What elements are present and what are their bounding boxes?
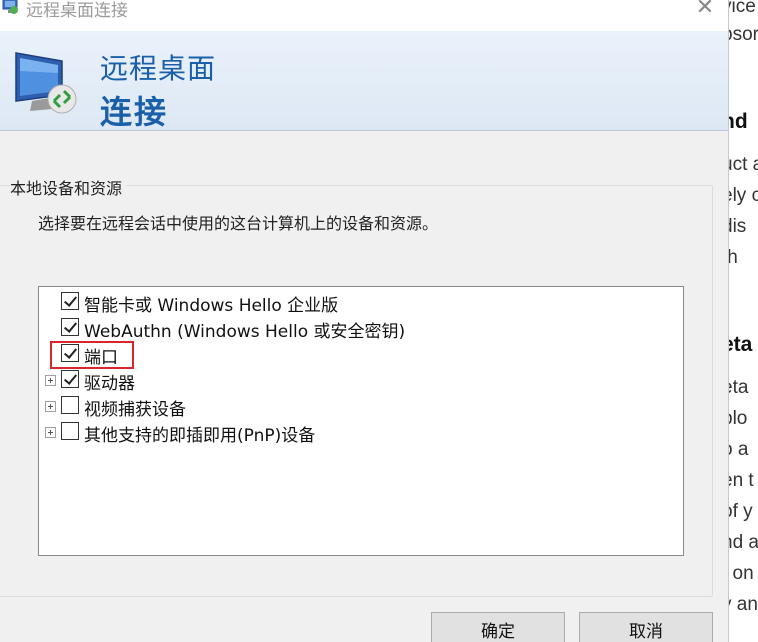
expand-plus-icon[interactable] — [45, 375, 56, 386]
window-title: 远程桌面连接 — [26, 1, 128, 21]
banner-title-line2: 连接 — [100, 93, 169, 131]
close-button[interactable]: ✕ — [690, 0, 720, 22]
bg-text-line: t on — [728, 563, 754, 584]
bg-text-line: en t — [728, 470, 754, 491]
expand-plus-icon[interactable] — [45, 401, 56, 412]
bg-text-line: dis — [728, 216, 747, 237]
tree-item-webauthn[interactable]: WebAuthn (Windows Hello 或安全密钥) — [39, 315, 659, 342]
checkbox[interactable] — [61, 370, 79, 388]
bg-text-line: y an — [728, 594, 758, 615]
bg-text-line: bsor — [728, 24, 758, 45]
tree-item-pnp-devices[interactable]: 其他支持的即插即用(PnP)设备 — [39, 419, 659, 446]
bg-text-line: ely c — [728, 185, 758, 206]
tree-item-label: WebAuthn (Windows Hello 或安全密钥) — [84, 322, 406, 342]
tree-item-label: 驱动器 — [84, 374, 135, 394]
tree-item-drives[interactable]: 驱动器 — [39, 367, 659, 394]
bg-heading: eta — [728, 333, 753, 356]
checkbox[interactable] — [61, 292, 79, 310]
bg-text-line: blo — [728, 408, 748, 429]
tree-item-label: 智能卡或 Windows Hello 企业版 — [84, 296, 339, 316]
checkbox[interactable] — [61, 422, 79, 440]
bg-text-line: o a — [728, 439, 749, 460]
header-banner: 远程桌面 连接 — [0, 31, 728, 131]
bg-text-line: uct a — [728, 154, 758, 175]
bg-text-line: vice — [728, 0, 756, 17]
banner-title-line1: 远程桌面 — [100, 52, 217, 85]
cancel-button[interactable]: 取消 — [579, 612, 713, 642]
remote-desktop-app-icon — [2, 0, 18, 14]
remote-desktop-monitor-icon — [15, 52, 77, 114]
checkbox[interactable] — [61, 396, 79, 414]
bg-text-line: eta — [728, 377, 749, 398]
ok-button[interactable]: 确定 — [431, 612, 565, 642]
tree-item-smartcard[interactable]: 智能卡或 Windows Hello 企业版 — [39, 289, 659, 316]
bg-text-line: nd a — [728, 532, 758, 553]
annotation-highlight-box — [50, 341, 134, 369]
bg-text-line: th — [728, 247, 738, 268]
expand-plus-icon[interactable] — [45, 427, 56, 438]
background-document: vice bsor nd uct a ely c dis th eta eta … — [728, 0, 758, 642]
device-tree[interactable]: 智能卡或 Windows Hello 企业版 WebAuthn (Windows… — [38, 286, 684, 556]
bg-text-line: of y — [728, 501, 753, 522]
tree-item-label: 视频捕获设备 — [84, 400, 186, 420]
tree-item-label: 其他支持的即插即用(PnP)设备 — [84, 426, 316, 446]
group-label: 本地设备和资源 — [10, 175, 127, 199]
tree-item-video-capture[interactable]: 视频捕获设备 — [39, 393, 659, 420]
checkbox[interactable] — [61, 318, 79, 336]
remote-desktop-dialog: 远程桌面连接 ✕ 远程桌面 连接 本地设备和资源 选择要在远程会话中使用的这台计… — [0, 0, 729, 642]
group-description: 选择要在远程会话中使用的这台计算机上的设备和资源。 — [38, 214, 439, 233]
title-bar[interactable]: 远程桌面连接 ✕ — [0, 0, 728, 31]
bg-heading: nd — [728, 110, 748, 133]
